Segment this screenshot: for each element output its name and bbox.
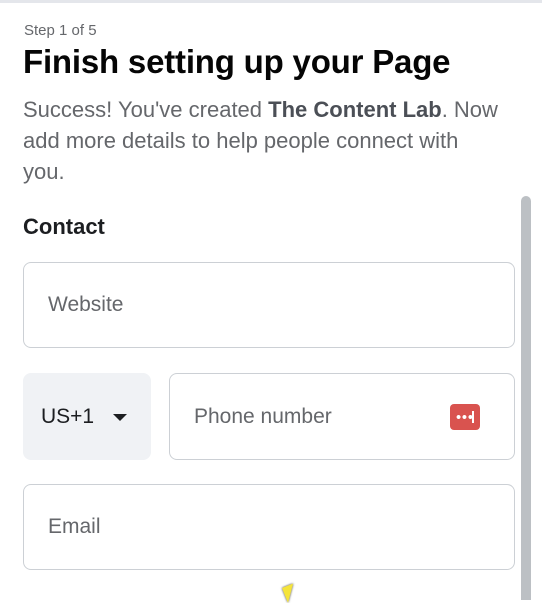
- page-name: The Content Lab: [268, 97, 442, 122]
- page-title: Finish setting up your Page: [23, 43, 451, 80]
- description-prefix: Success! You've created: [23, 97, 269, 122]
- country-code-value: US+1: [41, 404, 95, 428]
- password-cursor-bar: [472, 410, 474, 423]
- chevron-down-icon: [113, 414, 127, 421]
- email-field[interactable]: Email: [23, 484, 515, 570]
- step-indicator: Step 1 of 5: [24, 22, 97, 39]
- phone-number-field[interactable]: Phone number •••: [169, 373, 515, 460]
- password-manager-icon[interactable]: •••: [450, 403, 480, 430]
- contact-section-label: Contact: [23, 214, 105, 239]
- phone-placeholder: Phone number: [194, 404, 332, 428]
- country-code-select[interactable]: US+1: [23, 373, 151, 460]
- website-field[interactable]: Website: [23, 262, 515, 348]
- website-placeholder: Website: [48, 293, 124, 316]
- page-setup-panel: Step 1 of 5 Finish setting up your Page …: [0, 0, 542, 603]
- password-dots-icon: •••: [456, 407, 474, 424]
- page-description: Success! You've created The Content Lab.…: [23, 94, 503, 187]
- email-placeholder: Email: [48, 515, 101, 538]
- scrollbar-thumb[interactable]: [521, 196, 531, 600]
